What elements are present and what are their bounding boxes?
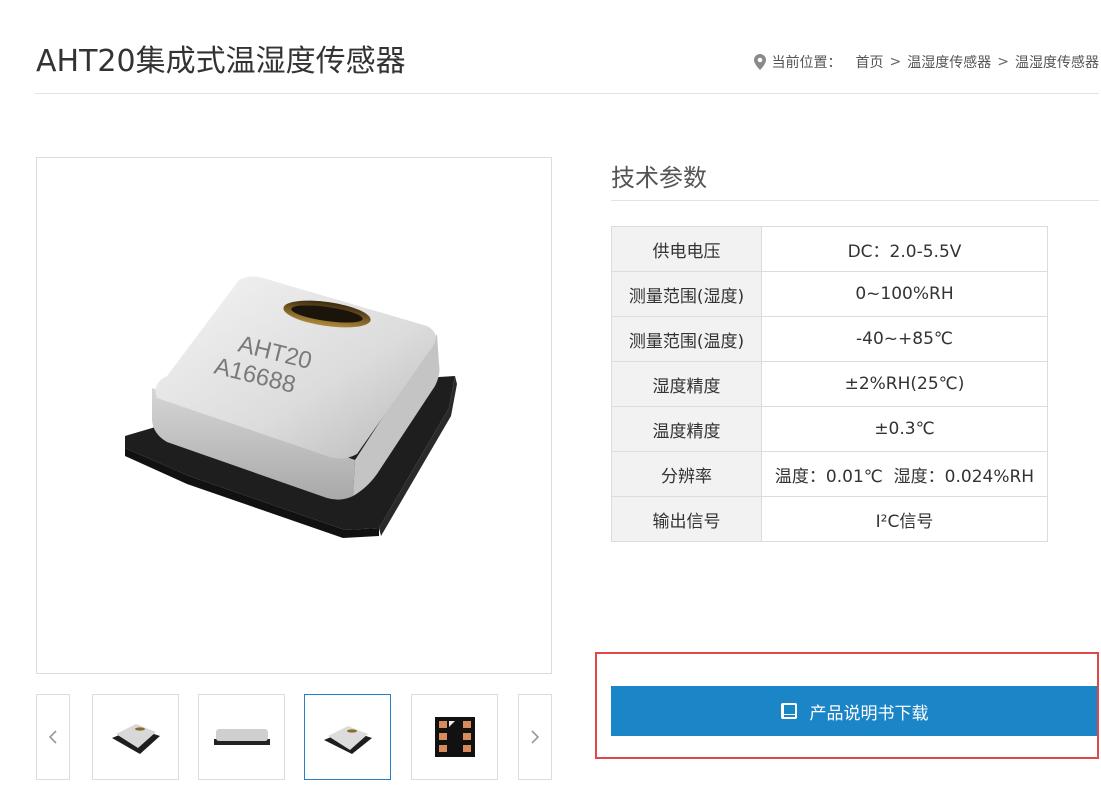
specs-divider (611, 200, 1099, 201)
breadcrumb-separator: > (997, 54, 1009, 70)
spec-value: -40~+85℃ (761, 316, 1048, 362)
spec-key: 测量范围(湿度) (611, 271, 762, 317)
thumbnail-4[interactable] (411, 694, 498, 780)
chip-bottom-thumbnail-icon (434, 717, 475, 757)
specs-table: 供电电压 DC：2.0-5.5V 测量范围(湿度) 0~100%RH 测量范围(温度… (611, 226, 1048, 542)
breadcrumb-home[interactable]: 首页 (856, 52, 884, 72)
spec-key: 分辨率 (611, 451, 762, 497)
spec-key: 输出信号 (611, 496, 762, 542)
spec-value: ±0.3℃ (761, 406, 1048, 452)
header-divider (35, 93, 1099, 94)
page-title: AHT20集成式温湿度传感器 (36, 44, 406, 79)
chip-thumbnail-icon (323, 726, 372, 754)
chevron-left-icon (48, 730, 57, 744)
location-pin-icon (753, 54, 766, 70)
table-row: 输出信号 I²C信号 (611, 496, 1048, 542)
breadcrumb-current[interactable]: 温湿度传感器 (1015, 52, 1099, 72)
manual-download-button[interactable]: 产品说明书下载 (611, 686, 1097, 736)
table-row: 温度精度 ±0.3℃ (611, 406, 1048, 452)
breadcrumb-category[interactable]: 温湿度传感器 (907, 52, 991, 72)
spec-key: 测量范围(温度) (611, 316, 762, 362)
spec-value: 温度：0.01℃ 湿度：0.024%RH (761, 451, 1048, 497)
spec-key: 湿度精度 (611, 361, 762, 407)
spec-value: ±2%RH(25℃) (761, 361, 1048, 407)
table-row: 测量范围(湿度) 0~100%RH (611, 271, 1048, 317)
thumbnail-1[interactable] (92, 694, 179, 780)
spec-key: 温度精度 (611, 406, 762, 452)
specs-title: 技术参数 (611, 164, 707, 192)
breadcrumb: 当前位置： 首页 > 温湿度传感器 > 温湿度传感器 (753, 52, 1099, 72)
breadcrumb-separator: > (889, 54, 902, 70)
table-row: 测量范围(温度) -40~+85℃ (611, 316, 1048, 362)
spec-key: 供电电压 (611, 226, 762, 272)
thumbnail-next-button[interactable] (518, 694, 552, 780)
spec-value: DC：2.0-5.5V (761, 226, 1048, 272)
table-row: 供电电压 DC：2.0-5.5V (611, 226, 1048, 272)
thumbnail-prev-button[interactable] (36, 694, 70, 780)
spec-value: 0~100%RH (761, 271, 1048, 317)
sensor-chip-image: AHT20 A16688 (125, 276, 457, 538)
table-row: 分辨率 温度：0.01℃ 湿度：0.024%RH (611, 451, 1048, 497)
book-icon (780, 703, 797, 719)
product-main-image[interactable]: AHT20 A16688 (36, 157, 552, 674)
chevron-right-icon (531, 730, 540, 744)
thumbnail-3[interactable] (304, 694, 391, 780)
chip-side-thumbnail-icon (213, 729, 270, 745)
download-label: 产品说明书下载 (809, 703, 929, 724)
breadcrumb-label: 当前位置： (771, 55, 842, 71)
chip-thumbnail-icon (111, 724, 160, 754)
thumbnail-2[interactable] (198, 694, 285, 780)
spec-value: I²C信号 (761, 496, 1048, 542)
table-row: 湿度精度 ±2%RH(25℃) (611, 361, 1048, 407)
